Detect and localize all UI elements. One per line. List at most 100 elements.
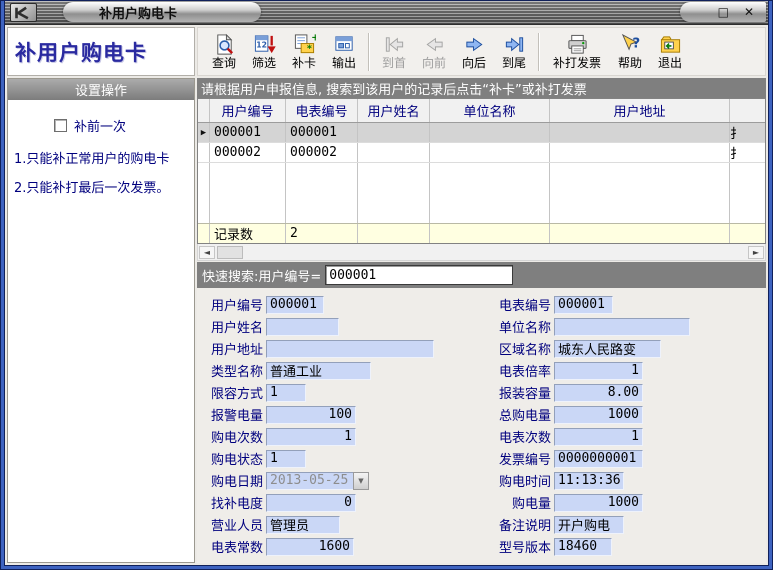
form-label-user-id: 用户编号: [205, 295, 263, 314]
combo-input-purchase-date[interactable]: [266, 472, 353, 490]
grid-column-header-overflow: [730, 99, 765, 122]
toolbar-button-go-prev: 向前: [414, 32, 454, 70]
form-field-purchase-status[interactable]: [266, 450, 306, 468]
form-field-meter-count[interactable]: [554, 428, 643, 446]
toolbar-button-label: 查询: [212, 56, 236, 70]
form-field-adjust-energy[interactable]: [266, 494, 356, 512]
clipped-text: 扌: [730, 123, 736, 142]
close-button[interactable]: ✕: [744, 6, 754, 18]
grid-column-header-2[interactable]: 电表编号: [286, 99, 358, 122]
checkbox-icon[interactable]: [54, 119, 67, 132]
form-field-meter-constant[interactable]: [266, 538, 354, 556]
form-field-user-id[interactable]: [266, 296, 324, 314]
scroll-right-icon[interactable]: ►: [748, 246, 764, 259]
toolbar-separator: [368, 33, 370, 71]
form-field-purchase-count[interactable]: [266, 428, 356, 446]
row-selector-icon: [198, 143, 210, 162]
titlebar-controls: □ ✕: [680, 2, 766, 22]
form-row-model-version: 型号版本: [493, 537, 766, 556]
form-label-total-purchased-energy: 总购电量: [493, 405, 551, 424]
toolbar-button-reprint-invoice[interactable]: 补打发票: [544, 32, 610, 70]
toolbar-button-label: 向前: [422, 56, 446, 70]
toolbar-button-exit[interactable]: 退出: [650, 32, 690, 70]
toolbar-button-go-next[interactable]: 向后: [454, 32, 494, 70]
form-row-remark: 备注说明: [493, 515, 766, 534]
toolbar-button-query[interactable]: 查询: [204, 32, 244, 70]
grid-filler-cell: [358, 163, 430, 223]
toolbar-button-filter[interactable]: 12筛选: [244, 32, 284, 70]
grid-footer-row: 记录数2: [198, 223, 765, 243]
form-row-user-id: 用户编号: [205, 295, 493, 314]
form-column-right: 电表编号单位名称区域名称电表倍率报装容量总购电量电表次数发票编号购电时间购电量备…: [493, 295, 766, 563]
form-field-user-address[interactable]: [266, 340, 434, 358]
scrollbar-thumb[interactable]: [217, 246, 243, 259]
sidebar-note-2: 2.只能补打最后一次发票。: [14, 180, 190, 199]
form-label-alarm-energy: 报警电量: [205, 405, 263, 424]
grid-cell-clipped: 扌: [730, 123, 765, 142]
form-label-unit-name: 单位名称: [493, 317, 551, 336]
quick-search-input[interactable]: [325, 265, 513, 285]
grid-column-header-1[interactable]: 用户编号: [210, 99, 286, 122]
toolbar-button-go-first: 到首: [374, 32, 414, 70]
maximize-button[interactable]: □: [718, 6, 729, 18]
form-label-remark: 备注说明: [493, 515, 551, 534]
form-field-purchase-energy[interactable]: [554, 494, 643, 512]
titlebar[interactable]: 补用户购电卡 □ ✕: [5, 1, 768, 25]
form-field-meter-ratio[interactable]: [554, 362, 643, 380]
grid-footer-cell: [358, 224, 430, 243]
form-field-model-version[interactable]: [554, 538, 612, 556]
form-label-purchase-status: 购电状态: [205, 449, 263, 468]
form-row-region-name: 区域名称: [493, 339, 766, 358]
record-count-label: 记录数: [210, 224, 286, 243]
form-row-invoice-number: 发票编号: [493, 449, 766, 468]
export-window-icon: [333, 33, 356, 56]
form-field-invoice-number[interactable]: [554, 450, 643, 468]
form-label-purchase-time: 购电时间: [493, 471, 551, 490]
form-field-operator[interactable]: [266, 516, 340, 534]
form-label-meter-count: 电表次数: [493, 427, 551, 446]
grid-cell: [550, 143, 730, 162]
grid-horizontal-scrollbar[interactable]: ◄ ►: [197, 244, 766, 261]
svg-text:?: ?: [632, 37, 640, 52]
page-title-box: 补用户购电卡: [7, 27, 195, 76]
form-label-type-name: 类型名称: [205, 361, 263, 380]
grid-filler-cell: [286, 163, 358, 223]
form-field-total-purchased-energy[interactable]: [554, 406, 643, 424]
form-label-capacity-limit-mode: 限容方式: [205, 383, 263, 402]
combo-dropdown-icon[interactable]: ▼: [353, 472, 369, 490]
grid-cell-clipped: 扌: [730, 143, 765, 162]
grid-column-header-4[interactable]: 单位名称: [430, 99, 550, 122]
toolbar-button-go-last[interactable]: 到尾: [494, 32, 534, 70]
table-row[interactable]: 000002000002扌: [198, 143, 765, 163]
form-field-installed-capacity[interactable]: [554, 384, 643, 402]
form-row-type-name: 类型名称: [205, 361, 493, 380]
table-row[interactable]: ▶000001000001扌: [198, 123, 765, 143]
form-field-region-name[interactable]: [554, 340, 661, 358]
grid-cell: 000002: [286, 143, 358, 162]
form-field-meter-id[interactable]: [554, 296, 613, 314]
form-field-remark[interactable]: [554, 516, 624, 534]
form-row-meter-count: 电表次数: [493, 427, 766, 446]
grid-footer-cell: [430, 224, 550, 243]
toolbar-button-help[interactable]: ?帮助: [610, 32, 650, 70]
grid-selector-header: [198, 99, 210, 122]
form-label-meter-constant: 电表常数: [205, 537, 263, 556]
form-field-user-name[interactable]: [266, 318, 339, 336]
detail-form: 用户编号用户姓名用户地址类型名称限容方式报警电量购电次数购电状态购电日期▼找补电…: [197, 288, 766, 563]
quick-search-label: 快速搜索:用户编号=: [202, 266, 321, 285]
page-title: 补用户购电卡: [15, 37, 147, 67]
toolbar-button-reissue-card[interactable]: +*补卡: [284, 32, 324, 70]
arrow-first-icon: [383, 33, 406, 56]
toolbar-button-label: 退出: [658, 56, 682, 70]
form-field-alarm-energy[interactable]: [266, 406, 356, 424]
form-field-purchase-time[interactable]: [554, 472, 624, 490]
scroll-left-icon[interactable]: ◄: [199, 246, 215, 259]
reissue-previous-checkbox-row[interactable]: 补前一次: [54, 116, 194, 135]
grid-column-header-5[interactable]: 用户地址: [550, 99, 730, 122]
sidebar: 设置操作 补前一次 1.只能补正常用户的购电卡 2.只能补打最后一次发票。: [7, 78, 195, 563]
toolbar-button-output[interactable]: 输出: [324, 32, 364, 70]
form-field-unit-name[interactable]: [554, 318, 690, 336]
form-field-capacity-limit-mode[interactable]: [266, 384, 306, 402]
grid-column-header-3[interactable]: 用户姓名: [358, 99, 430, 122]
form-field-type-name[interactable]: [266, 362, 371, 380]
